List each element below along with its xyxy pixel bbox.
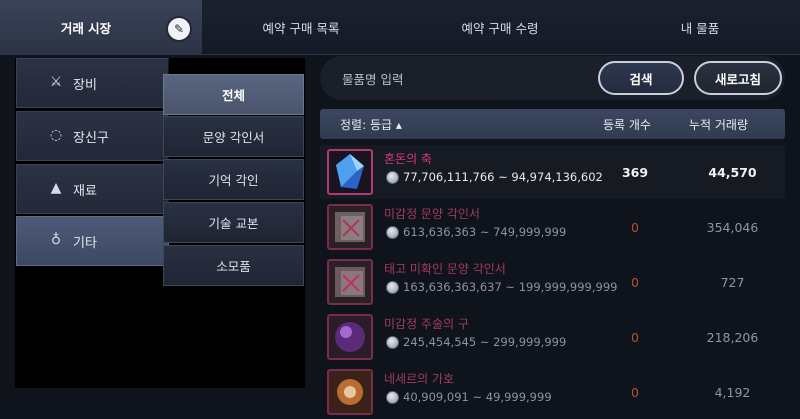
table-row[interactable]: 네세르의 가호 40,909,091 ~ 49,999,999 0 4,192 [320, 365, 785, 419]
price-range: 40,909,091 ~ 49,999,999 [403, 390, 552, 404]
category-label: 장비 [73, 77, 97, 93]
search-input[interactable] [340, 66, 589, 92]
silver-coin-icon [386, 171, 399, 184]
table-row[interactable]: 태고 미확인 문양 각인서 163,636,363,637 ~ 199,999,… [320, 255, 785, 309]
registered-count: 0 [631, 219, 639, 235]
trade-volume: 354,046 [706, 219, 759, 235]
potion-icon: ♁ [50, 232, 62, 248]
trade-volume: 218,206 [706, 329, 759, 345]
tab-label: 예약 구매 수령 [461, 20, 539, 36]
search-button[interactable]: 검색 [598, 61, 684, 95]
refresh-button[interactable]: 새로고침 [694, 61, 782, 95]
subcategory-label: 전체 [221, 88, 245, 103]
category-label: 장신구 [73, 130, 109, 146]
silver-coin-icon [386, 391, 399, 404]
category-equipment[interactable]: ⚔ 장비 [16, 58, 169, 108]
item-name: 미감정 주술의 구 [384, 317, 469, 331]
tab-label: 예약 구매 목록 [262, 20, 340, 36]
ring-icon: ◌ [49, 127, 63, 143]
tab-label: 거래 시장 [60, 20, 112, 36]
subcategory-all[interactable]: 전체 [163, 74, 304, 115]
count-header[interactable]: 등록 개수 [603, 109, 651, 139]
category-label: 재료 [73, 183, 97, 199]
sort-label: 정렬: 등급 ▴ [340, 117, 402, 132]
trade-volume: 727 [720, 274, 745, 290]
subcategory-engraving-book[interactable]: 문양 각인서 [163, 116, 304, 157]
top-tab-bar: 거래 시장 ✎ 예약 구매 목록 예약 구매 수령 내 물품 [0, 0, 800, 55]
silver-coin-icon [386, 281, 399, 294]
chaos-axis-gem-icon [327, 149, 373, 195]
subcategory-memory-engraving[interactable]: 기억 각인 [163, 159, 304, 200]
table-row[interactable]: 혼돈의 축 77,706,111,766 ~ 94,974,136,602 36… [320, 145, 785, 199]
flask-icon: ▲ [50, 180, 62, 196]
subcategory-label: 기억 각인 [208, 173, 259, 188]
item-name: 태고 미확인 문양 각인서 [384, 262, 506, 276]
category-etc[interactable]: ♁ 기타 [16, 216, 169, 266]
registered-count: 0 [631, 384, 639, 400]
tab-reserved-purchases[interactable]: 예약 구매 목록 [202, 0, 400, 54]
registered-count: 0 [631, 274, 639, 290]
subcategory-consumable[interactable]: 소모품 [163, 245, 304, 286]
registered-count: 0 [631, 329, 639, 345]
tab-my-items[interactable]: 내 물품 [600, 0, 800, 54]
item-name: 미감정 문양 각인서 [384, 207, 480, 221]
volume-header-label: 누적 거래량 [689, 117, 749, 132]
tab-reserved-receive[interactable]: 예약 구매 수령 [400, 0, 600, 54]
table-row[interactable]: 미감정 문양 각인서 613,636,363 ~ 749,999,999 0 3… [320, 200, 785, 254]
refresh-button-label: 새로고침 [714, 71, 761, 87]
category-label: 기타 [73, 235, 97, 251]
tab-marketplace[interactable]: 거래 시장 ✎ [0, 0, 202, 54]
price-range: 613,636,363 ~ 749,999,999 [403, 225, 567, 239]
price-range: 77,706,111,766 ~ 94,974,136,602 [403, 170, 603, 184]
curse-orb-icon [327, 314, 373, 360]
subcategory-skill-book[interactable]: 기술 교본 [163, 202, 304, 243]
swords-icon: ⚔ [49, 74, 63, 90]
count-header-label: 등록 개수 [603, 117, 651, 132]
subcategory-label: 기술 교본 [208, 216, 259, 231]
item-name: 혼돈의 축 [384, 152, 432, 166]
table-row[interactable]: 미감정 주술의 구 245,454,545 ~ 299,999,999 0 21… [320, 310, 785, 364]
category-material[interactable]: ▲ 재료 [16, 164, 169, 214]
subcategory-label: 문양 각인서 [202, 130, 265, 145]
silver-coin-icon [386, 226, 399, 239]
search-button-label: 검색 [629, 71, 653, 87]
help-icon[interactable]: ✎ [166, 16, 192, 42]
trade-volume: 4,192 [714, 384, 751, 400]
subcategory-label: 소모품 [216, 259, 251, 274]
tab-label: 내 물품 [680, 20, 720, 36]
ancient-engraving-book-icon [327, 259, 373, 305]
table-header: 정렬: 등급 ▴ 등록 개수 누적 거래량 [320, 109, 785, 139]
nesers-blessing-icon [327, 369, 373, 415]
item-name: 네세르의 가호 [384, 372, 455, 386]
price-range: 163,636,363,637 ~ 199,999,999,999 [403, 280, 618, 294]
volume-header[interactable]: 누적 거래량 [689, 109, 748, 139]
trade-volume: 44,570 [708, 164, 757, 180]
sort-grade-header[interactable]: 정렬: 등급 ▴ [340, 109, 402, 139]
engraving-book-icon [327, 204, 373, 250]
registered-count: 369 [621, 164, 649, 180]
silver-coin-icon [386, 336, 399, 349]
category-accessory[interactable]: ◌ 장신구 [16, 111, 169, 161]
price-range: 245,454,545 ~ 299,999,999 [403, 335, 567, 349]
